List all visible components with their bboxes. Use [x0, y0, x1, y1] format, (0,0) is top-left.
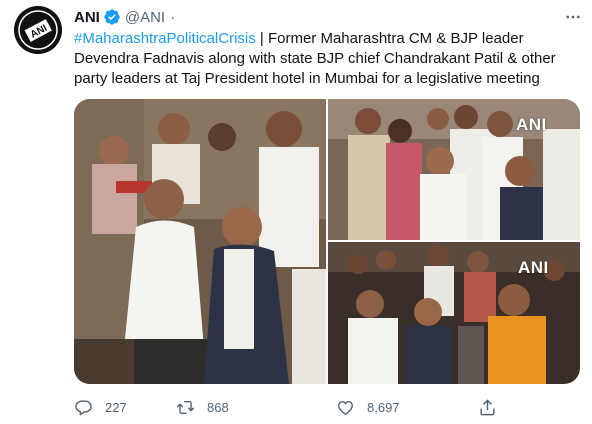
- tweet-text: #MaharashtraPoliticalCrisis | Former Mah…: [74, 29, 574, 89]
- photo-2[interactable]: ANI: [328, 99, 580, 240]
- tweet-actions: 227 868 8,697: [74, 396, 504, 418]
- ani-watermark-2: ANI: [518, 258, 549, 277]
- reply-count: 227: [105, 399, 127, 415]
- retweet-count: 868: [207, 399, 229, 415]
- separator-dot: ·: [170, 8, 176, 26]
- reply-icon: [75, 399, 92, 415]
- tweet-text-line-1: #MaharashtraPoliticalCrisis | Former Mah…: [74, 29, 574, 49]
- media-grid: ANI ANI: [74, 99, 580, 384]
- ani-logo-icon: ANI: [14, 6, 62, 54]
- tweet-text-line-3: party leaders at Taj President hotel in …: [74, 70, 540, 87]
- photo-1-image: [74, 99, 326, 384]
- photo-3[interactable]: ANI: [328, 242, 580, 384]
- tweet-header: ANI @ANI ·: [74, 7, 180, 27]
- verified-badge-icon: [103, 8, 121, 26]
- share-icon: [480, 399, 495, 415]
- hashtag-link[interactable]: #MaharashtraPoliticalCrisis: [74, 30, 256, 47]
- more-options-icon[interactable]: [562, 7, 584, 27]
- heart-icon: [338, 400, 353, 415]
- reply-button[interactable]: 227: [74, 396, 127, 418]
- retweet-button[interactable]: 868: [176, 396, 229, 418]
- like-button[interactable]: 8,697: [336, 396, 400, 418]
- share-button[interactable]: [478, 396, 497, 418]
- like-count: 8,697: [367, 399, 400, 415]
- ani-watermark-1: ANI: [516, 115, 547, 134]
- retweet-icon: [176, 400, 195, 414]
- tweet[interactable]: ANI ANI @ANI · #MaharashtraPoliticalCris…: [0, 0, 592, 424]
- author-name[interactable]: ANI: [74, 9, 100, 26]
- avatar[interactable]: ANI: [14, 6, 62, 54]
- tweet-text-line-1-rest: | Former Maharashtra CM & BJP leader: [255, 30, 524, 47]
- photo-1[interactable]: [74, 99, 326, 384]
- tweet-text-line-2: Devendra Fadnavis along with state BJP c…: [74, 50, 556, 67]
- author-handle[interactable]: @ANI: [125, 9, 165, 26]
